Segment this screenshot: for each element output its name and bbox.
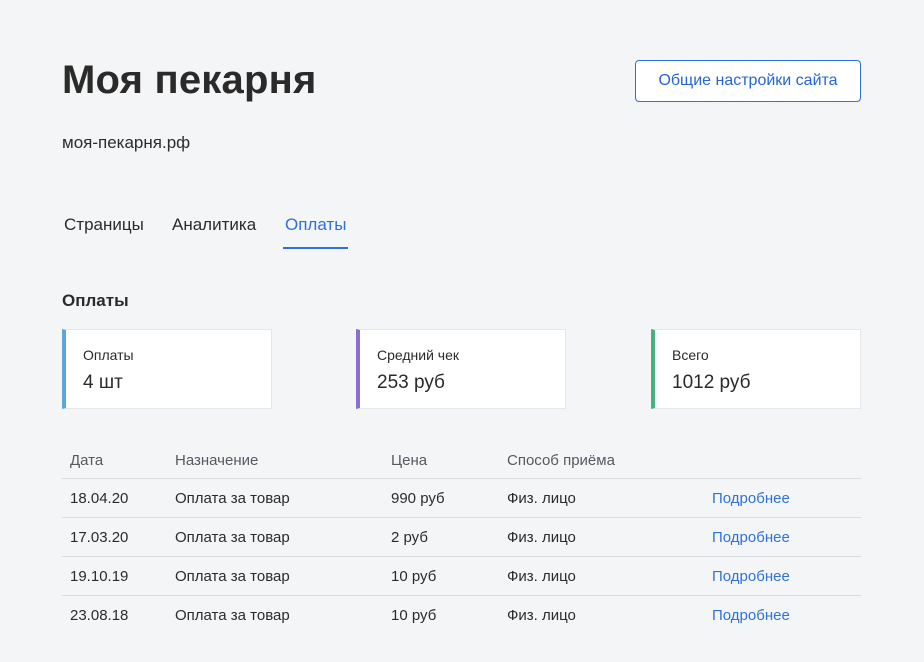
- tab-payments[interactable]: Оплаты: [285, 215, 346, 249]
- stat-value: 4 шт: [83, 372, 123, 393]
- cell-price: 990 руб: [391, 490, 445, 507]
- stat-label: Всего: [672, 347, 709, 363]
- stat-label: Оплаты: [83, 347, 134, 363]
- cell-method: Физ. лицо: [507, 607, 576, 624]
- active-tab-indicator: [283, 247, 348, 249]
- site-settings-button[interactable]: Общие настройки сайта: [635, 60, 861, 102]
- column-header-price: Цена: [391, 452, 428, 469]
- details-link[interactable]: Подробнее: [712, 568, 790, 585]
- stat-value: 253 руб: [377, 372, 445, 393]
- cell-purpose: Оплата за товар: [175, 568, 290, 585]
- cell-method: Физ. лицо: [507, 568, 576, 585]
- table-row: 17.03.20 Оплата за товар 2 руб Физ. лицо…: [62, 518, 861, 557]
- column-header-method: Способ приёма: [507, 452, 615, 469]
- column-header-date: Дата: [70, 452, 104, 469]
- cell-price: 10 руб: [391, 568, 437, 585]
- section-title: Оплаты: [62, 291, 129, 310]
- table-row: 19.10.19 Оплата за товар 10 руб Физ. лиц…: [62, 557, 861, 596]
- stat-card-payments-count: Оплаты 4 шт: [62, 329, 272, 409]
- site-title: Моя пекарня: [62, 58, 317, 102]
- details-link[interactable]: Подробнее: [712, 607, 790, 624]
- cell-date: 18.04.20: [70, 490, 129, 507]
- payments-table: Дата Назначение Цена Способ приёма 18.04…: [62, 441, 861, 635]
- stat-card-total: Всего 1012 руб: [651, 329, 861, 409]
- cell-date: 19.10.19: [70, 568, 129, 585]
- table-row: 18.04.20 Оплата за товар 990 руб Физ. ли…: [62, 479, 861, 518]
- cell-date: 17.03.20: [70, 529, 129, 546]
- tab-pages[interactable]: Страницы: [64, 215, 144, 249]
- tab-analytics[interactable]: Аналитика: [172, 215, 256, 249]
- table-header: Дата Назначение Цена Способ приёма: [62, 441, 861, 479]
- site-domain: моя-пекарня.рф: [62, 133, 191, 152]
- cell-price: 2 руб: [391, 529, 428, 546]
- cell-date: 23.08.18: [70, 607, 129, 624]
- cell-purpose: Оплата за товар: [175, 607, 290, 624]
- cell-method: Физ. лицо: [507, 490, 576, 507]
- cell-purpose: Оплата за товар: [175, 490, 290, 507]
- cell-price: 10 руб: [391, 607, 437, 624]
- table-row: 23.08.18 Оплата за товар 10 руб Физ. лиц…: [62, 596, 861, 635]
- details-link[interactable]: Подробнее: [712, 490, 790, 507]
- payments-page: Моя пекарня моя-пекарня.рф Общие настрой…: [0, 0, 924, 662]
- column-header-purpose: Назначение: [175, 452, 259, 469]
- cell-method: Физ. лицо: [507, 529, 576, 546]
- stat-label: Средний чек: [377, 347, 460, 363]
- stat-value: 1012 руб: [672, 372, 751, 393]
- stat-card-average-check: Средний чек 253 руб: [356, 329, 566, 409]
- details-link[interactable]: Подробнее: [712, 529, 790, 546]
- cell-purpose: Оплата за товар: [175, 529, 290, 546]
